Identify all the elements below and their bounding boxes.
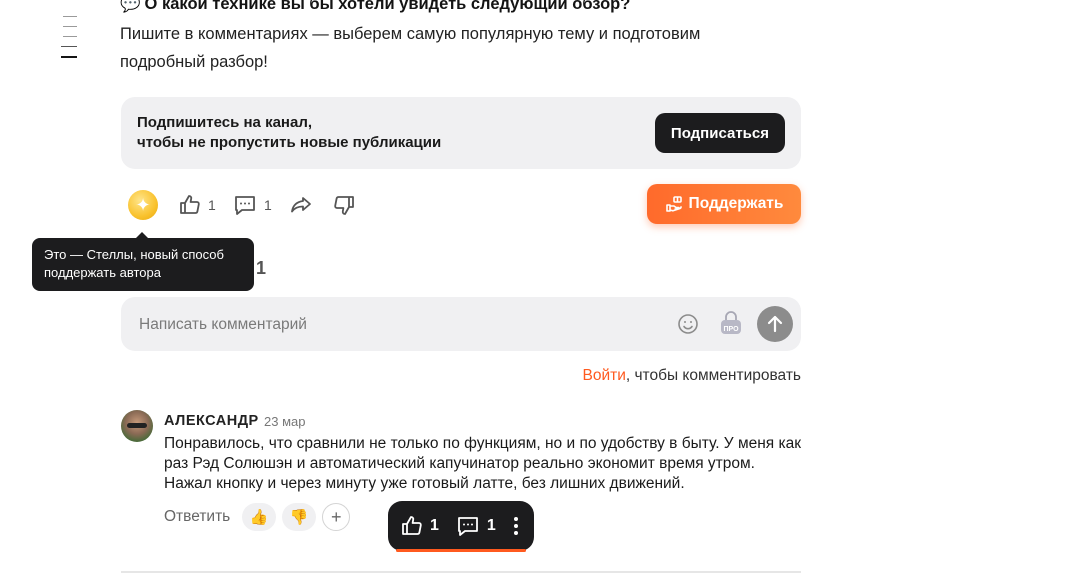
pro-sticker-button[interactable]: ПРО — [719, 310, 743, 343]
comment-icon — [235, 196, 255, 215]
table-of-contents-indicator[interactable] — [61, 16, 77, 67]
more-options-icon[interactable] — [513, 517, 518, 535]
like-count: 1 — [208, 197, 216, 213]
pro-badge-icon: ПРО — [721, 311, 741, 334]
toc-line-active — [61, 56, 77, 58]
subscribe-line-1: Подпишитесь на канал, — [137, 114, 313, 131]
floating-like-count: 1 — [430, 517, 439, 534]
toc-line — [63, 26, 77, 27]
stella-tooltip: Это — Стеллы, новый способ поддержать ав… — [32, 232, 254, 291]
emoji-button[interactable] — [676, 312, 700, 341]
subscribe-text: Подпишитесь на канал, чтобы не пропустит… — [137, 113, 441, 153]
floating-comments-button[interactable]: 1 — [455, 514, 496, 538]
comment-author[interactable]: АЛЕКСАНДР — [164, 413, 259, 429]
reaction-thumbs-up[interactable]: 👍 — [242, 503, 277, 531]
login-prompt: Войти, чтобы комментировать — [582, 367, 801, 385]
article-heading-text: О какой технике вы бы хотели увидеть сле… — [144, 0, 631, 13]
arrow-up-icon — [767, 315, 783, 333]
reply-button[interactable]: Ответить — [164, 508, 230, 526]
subscribe-button[interactable]: Подписаться — [654, 113, 785, 153]
comment-input[interactable] — [137, 297, 661, 353]
reaction-thumbs-down[interactable]: 👎 — [282, 503, 317, 531]
avatar[interactable] — [121, 410, 153, 442]
pro-badge-label: ПРО — [723, 326, 739, 333]
tooltip-line-2: поддержать автора — [44, 265, 161, 280]
speech-bubble-emoji: 💬 — [120, 0, 141, 13]
thumb-up-icon — [402, 516, 422, 535]
comment-actions: Ответить 👍 👎 + — [164, 503, 351, 531]
login-suffix: , чтобы комментировать — [625, 367, 801, 384]
send-comment-button[interactable] — [757, 306, 793, 342]
share-button[interactable] — [288, 193, 314, 217]
support-author-button[interactable]: Поддержать — [647, 184, 801, 224]
comment-text: Понравилось, что сравнили не только по ф… — [164, 435, 802, 492]
toc-line — [63, 16, 77, 17]
comments-button[interactable]: 1 — [232, 193, 272, 217]
dislike-button[interactable] — [332, 193, 356, 217]
floating-action-bar: 1 1 — [388, 501, 534, 552]
comments-count: 1 — [256, 258, 267, 278]
floating-like-button[interactable]: 1 — [400, 514, 439, 538]
support-label: Поддержать — [688, 195, 784, 212]
comment-date: 23 мар — [264, 414, 306, 429]
floating-comment-count: 1 — [486, 517, 496, 534]
subscribe-line-2: чтобы не пропустить новые публикации — [137, 134, 442, 151]
comment-icon — [458, 517, 478, 536]
thumb-up-icon — [180, 195, 200, 214]
thumb-down-icon — [334, 196, 354, 215]
add-reaction-button[interactable]: + — [322, 503, 351, 531]
comment-composer: ПРО — [121, 297, 801, 353]
share-arrow-icon — [291, 197, 311, 213]
tooltip-line-1: Это — Стеллы, новый способ — [44, 247, 224, 262]
comment-count: 1 — [264, 197, 272, 213]
toc-line — [61, 46, 77, 47]
article-heading: 💬 О какой технике вы бы хотели увидеть сл… — [120, 0, 630, 14]
subscribe-card: Подпишитесь на канал, чтобы не пропустит… — [121, 97, 801, 169]
like-button[interactable]: 1 — [178, 193, 216, 217]
sparkle-icon: ✦ — [135, 194, 151, 215]
toc-line — [63, 36, 77, 37]
stella-star-button[interactable]: ✦ — [128, 190, 158, 220]
article-paragraph: Пишите в комментариях — выберем самую по… — [120, 25, 701, 71]
login-link[interactable]: Войти — [582, 367, 625, 384]
smiley-icon — [678, 314, 698, 334]
hand-gift-icon — [665, 196, 682, 212]
